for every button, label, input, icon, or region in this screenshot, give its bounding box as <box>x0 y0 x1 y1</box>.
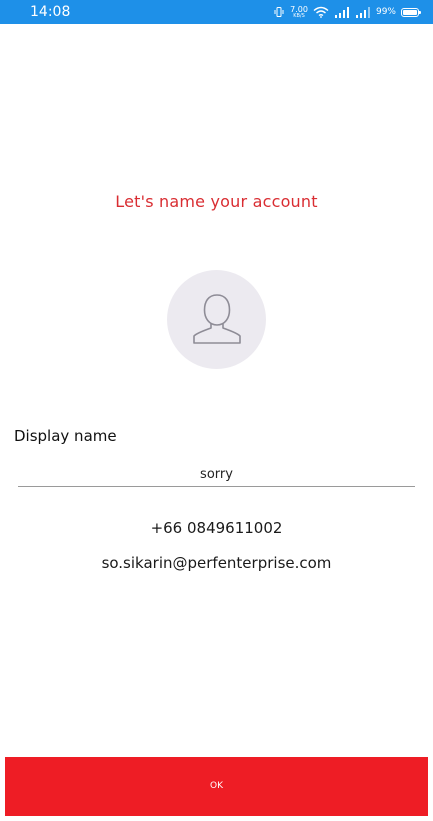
phone-number: +66 0849611002 <box>150 519 283 537</box>
page-title: Let's name your account <box>115 192 318 211</box>
signal-icon-sim1 <box>334 6 349 18</box>
network-speed-value: 7.00 <box>290 4 308 14</box>
network-speed-indicator: 7.00 KB/S <box>290 4 308 19</box>
status-icons: 7.00 KB/S 99% <box>273 3 421 21</box>
email-address: so.sikarin@perfenterprise.com <box>101 554 332 572</box>
avatar[interactable] <box>167 270 266 369</box>
name-account-screen: 14:08 7.00 KB/S 99% Let's name your acco… <box>0 0 433 821</box>
person-outline-icon <box>193 294 241 344</box>
ok-button[interactable]: OK <box>5 757 428 816</box>
display-name-label: Display name <box>14 427 117 445</box>
network-speed-unit: KB/S <box>293 12 305 19</box>
display-name-input[interactable] <box>18 462 415 487</box>
signal-icon-sim2 <box>355 6 370 18</box>
vibrate-icon <box>274 7 284 17</box>
battery-percent: 99% <box>375 7 396 17</box>
wifi-icon <box>313 6 329 18</box>
status-time: 14:08 <box>30 4 71 20</box>
battery-icon <box>401 7 421 17</box>
status-bar: 14:08 7.00 KB/S 99% <box>0 0 433 24</box>
